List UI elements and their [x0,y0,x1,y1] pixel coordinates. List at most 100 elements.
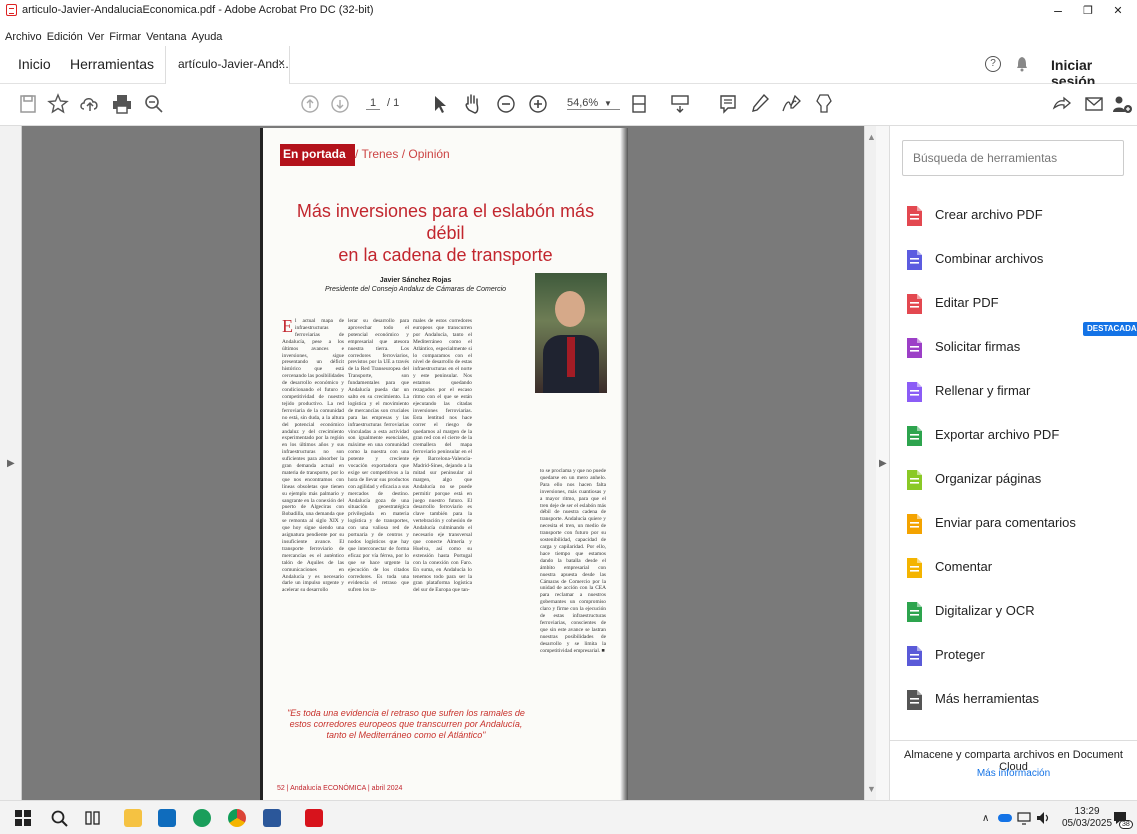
show-hidden-icons-icon[interactable]: ∧ [982,813,989,824]
email-icon[interactable] [1082,92,1106,116]
tool-fill-sign[interactable]: Rellenar y firmar [904,378,1134,408]
tool-export-pdf[interactable]: Exportar archivo PDF [904,422,1134,452]
left-panel-toggle[interactable]: ▶ [0,126,22,800]
menu-ventana[interactable]: Ventana [146,31,186,43]
tab-herramientas[interactable]: Herramientas [70,56,154,72]
tool-send-comments[interactable]: Enviar para comentarios [904,510,1134,540]
drop-cap: E [282,318,293,336]
title-bar: articulo-Javier-AndaluciaEconomica.pdf -… [0,0,1137,22]
tool-combine-files[interactable]: Combinar archivos [904,246,1134,276]
upload-cloud-icon[interactable] [78,92,102,116]
right-panel-toggle[interactable]: ▶ [876,126,890,800]
hand-tool-icon[interactable] [460,92,484,116]
task-view-icon[interactable] [85,810,101,826]
close-window-button[interactable]: ✕ [1104,4,1132,17]
menu-edicion[interactable]: Edición [47,31,83,43]
bell-icon[interactable] [1016,56,1028,72]
zoom-out-icon[interactable] [494,92,518,116]
zoom-in-icon[interactable] [526,92,550,116]
volume-icon[interactable] [1036,811,1052,825]
article-column-4: to se proclama y que no puede quedarse e… [540,468,606,654]
add-user-icon[interactable] [1110,92,1134,116]
sign-icon[interactable] [780,92,804,116]
menu-firmar[interactable]: Firmar [109,31,141,43]
pull-quote: "Es toda una evidencia el retraso que su… [287,708,525,740]
headline-line-2: en la cadena de transporte [338,245,553,265]
tool-label: Combinar archivos [935,251,1044,266]
page-total: / 1 [387,97,400,109]
tools-panel: Búsqueda de herramientas DESTACADA Crear… [890,126,1137,800]
previous-page-icon[interactable] [298,92,322,116]
tool-scan-ocr[interactable]: Digitalizar y OCR [904,598,1134,628]
tool-label: Comentar [935,559,993,574]
menu-ver[interactable]: Ver [88,31,105,43]
page-number-input[interactable]: 1 [366,97,380,110]
edge-browser-icon[interactable] [193,809,211,827]
tool-edit-pdf[interactable]: Editar PDF [904,290,1134,320]
tool-request-signatures[interactable]: Solicitar firmas [904,334,1134,364]
tool-label: Exportar archivo PDF [935,427,1060,442]
help-icon[interactable]: ? [985,56,1001,72]
protect-icon [904,645,924,667]
tab-inicio[interactable]: Inicio [18,56,51,72]
expand-left-panel-icon[interactable]: ▶ [7,458,15,469]
vertical-scrollbar[interactable]: ▲ ▼ [864,126,876,800]
file-explorer-icon[interactable] [124,809,142,827]
scroll-mode-icon[interactable] [668,92,692,116]
notification-count-badge: 38 [1119,820,1133,829]
section-label: En portada [283,147,346,161]
acrobat-taskbar-icon[interactable] [305,809,323,827]
page-fit-icon[interactable] [628,92,652,116]
author-photo [535,273,607,393]
minimize-button[interactable]: – [1044,2,1072,18]
tool-more-tools[interactable]: Más herramientas [904,686,1134,716]
tool-label: Crear archivo PDF [935,207,1043,222]
collapse-right-panel-icon[interactable]: ▶ [879,458,887,469]
scroll-up-icon[interactable]: ▲ [867,132,876,142]
word-icon[interactable] [263,809,281,827]
tab-document[interactable]: artículo-Javier-And... × [165,46,290,84]
system-clock[interactable]: 13:29 05/03/2025 [1062,806,1112,830]
zoom-level-select[interactable]: 54,6% [567,97,621,110]
zoom-dropdown-chevron-icon[interactable]: ▼ [604,99,612,108]
menu-bar: Archivo Edición Ver Firmar Ventana Ayuda [0,22,1137,46]
tool-label: Solicitar firmas [935,339,1021,354]
fill-sign-icon [904,381,924,403]
next-page-icon[interactable] [328,92,352,116]
select-cursor-icon[interactable] [428,92,452,116]
author-name: Javier Sánchez Rojas [379,277,452,284]
highlight-pen-icon[interactable] [748,92,772,116]
taskbar: ∧ 13:29 05/03/2025 38 [0,800,1137,834]
tool-protect[interactable]: Proteger [904,642,1134,672]
close-tab-icon[interactable]: × [278,56,285,70]
acrobat-app-icon [6,4,17,16]
scroll-down-icon[interactable]: ▼ [867,784,876,794]
network-icon[interactable] [1017,811,1031,825]
print-icon[interactable] [110,92,134,116]
request-signatures-icon [904,337,924,359]
comment-toolbar-icon[interactable] [716,92,740,116]
share-link-icon[interactable] [1050,92,1074,116]
stamp-icon[interactable] [812,92,836,116]
outlook-icon[interactable] [158,809,176,827]
taskbar-search-icon[interactable] [50,809,68,827]
chrome-browser-icon[interactable] [228,809,246,827]
restore-button[interactable]: ❐ [1074,4,1102,17]
page-footer: 52 | Andalucía ECONÓMICA | abril 2024 [277,785,403,792]
star-icon[interactable] [46,92,70,116]
zoom-search-icon[interactable] [142,92,166,116]
onedrive-cloud-icon[interactable] [998,814,1012,822]
tools-search-input[interactable]: Búsqueda de herramientas [902,140,1124,176]
tool-comment[interactable]: Comentar [904,554,1134,584]
menu-archivo[interactable]: Archivo [5,31,42,43]
tool-label: Organizar páginas [935,471,1042,486]
more-info-link[interactable]: Más información [890,768,1137,779]
menu-ayuda[interactable]: Ayuda [191,31,222,43]
save-icon[interactable] [16,92,40,116]
clock-date: 05/03/2025 [1062,818,1113,829]
tool-organize-pages[interactable]: Organizar páginas [904,466,1134,496]
section-breadcrumb: / Trenes / Opinión [355,147,450,161]
windows-start-icon[interactable] [15,810,31,826]
tool-create-pdf[interactable]: Crear archivo PDF [904,202,1134,232]
edit-pdf-icon [904,293,924,315]
